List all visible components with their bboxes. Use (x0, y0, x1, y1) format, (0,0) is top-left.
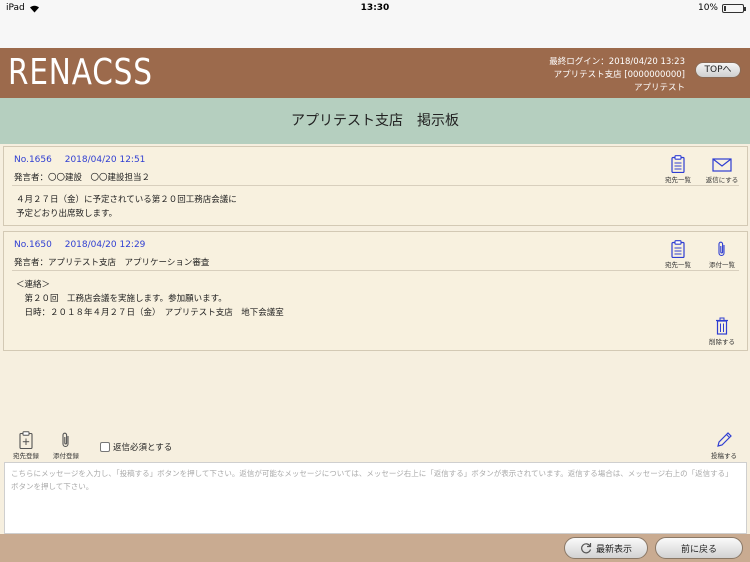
compose-toolbar: 宛先登録 添付登録 返信必須とする 投稿する (0, 428, 750, 462)
reply-required-label: 返信必須とする (113, 443, 173, 453)
clipboard-plus-icon (19, 431, 33, 449)
message-body: ４月２７日（金）に予定されている第２０回工務店会議に 予定どおり出席致します。 (16, 193, 237, 221)
post-button[interactable]: 投稿する (708, 431, 740, 460)
recipient-list-button[interactable]: 宛先一覧 (661, 240, 695, 269)
app-logo: RENACSS (8, 52, 153, 93)
recipient-register-button[interactable]: 宛先登録 (10, 431, 42, 460)
refresh-icon (581, 543, 592, 554)
message-card: No.1650 2018/04/20 12:29 発言者：アプリテスト支店 アプ… (3, 231, 748, 351)
reply-button[interactable]: 返信にする (705, 155, 739, 184)
message-line: 予定どおり出席致します。 (16, 209, 118, 219)
page-title: アプリテスト支店 掲示板 (0, 98, 750, 144)
divider (12, 270, 739, 271)
message-datetime: 2018/04/20 12:51 (64, 155, 146, 165)
reply-required-checkbox[interactable] (100, 442, 110, 452)
user-name: アプリテスト (633, 83, 685, 93)
paperclip-icon (62, 432, 69, 448)
refresh-button[interactable]: 最新表示 (564, 537, 648, 559)
battery-percent: 10% (697, 3, 718, 13)
divider (12, 185, 739, 186)
clipboard-icon (671, 155, 685, 173)
envelope-icon (712, 158, 732, 172)
reply-required-option[interactable]: 返信必須とする (100, 441, 172, 453)
attachment-list-button[interactable]: 添付一覧 (705, 240, 739, 269)
message-input[interactable] (5, 463, 746, 533)
pencil-icon (717, 432, 732, 447)
footer-bar: 最新表示 前に戻る (0, 534, 750, 562)
recipient-list-button[interactable]: 宛先一覧 (661, 155, 695, 184)
last-login: 最終ログイン：2018/04/20 13:23 (549, 57, 685, 67)
trash-icon (716, 317, 728, 335)
message-body: ＜連絡＞ 第２０回 工務店会議を実施します。参加願います。 日時：２０１８年４月… (16, 278, 284, 320)
status-gap (0, 18, 750, 48)
message-card: No.1656 2018/04/20 12:51 発言者：〇〇建設 〇〇建設担当… (3, 146, 748, 226)
branch-name: アプリテスト支店 [0000000000] (553, 70, 685, 80)
message-number: No.1650 (14, 240, 52, 250)
message-number: No.1656 (14, 155, 52, 165)
message-line: ４月２７日（金）に予定されている第２０回工務店会議に (16, 195, 237, 205)
login-info: 最終ログイン：2018/04/20 13:23 アプリテスト支店 [000000… (549, 56, 685, 95)
clipboard-icon (671, 240, 685, 258)
message-speaker: 発言者：〇〇建設 〇〇建設担当２ (14, 173, 151, 183)
message-speaker: 発言者：アプリテスト支店 アプリケーション審査 (14, 258, 210, 268)
message-line: ＜連絡＞ (16, 280, 51, 290)
status-bar: iPad 13:30 10% (0, 0, 750, 18)
clock: 13:30 (360, 3, 390, 13)
message-line: 第２０回 工務店会議を実施します。参加願います。 (16, 294, 227, 304)
top-button[interactable]: TOPへ (695, 62, 741, 78)
paperclip-icon (718, 241, 725, 257)
back-button[interactable]: 前に戻る (655, 537, 743, 559)
app-header: RENACSS 最終ログイン：2018/04/20 13:23 アプリテスト支店… (0, 48, 750, 98)
battery-icon (722, 3, 746, 13)
delete-button[interactable]: 削除する (705, 317, 739, 346)
attachment-register-button[interactable]: 添付登録 (50, 431, 82, 460)
message-datetime: 2018/04/20 12:29 (64, 240, 146, 250)
message-line: 日時：２０１８年４月２７日（金） アプリテスト支店 地下会議室 (16, 308, 284, 318)
compose-area (4, 462, 747, 534)
